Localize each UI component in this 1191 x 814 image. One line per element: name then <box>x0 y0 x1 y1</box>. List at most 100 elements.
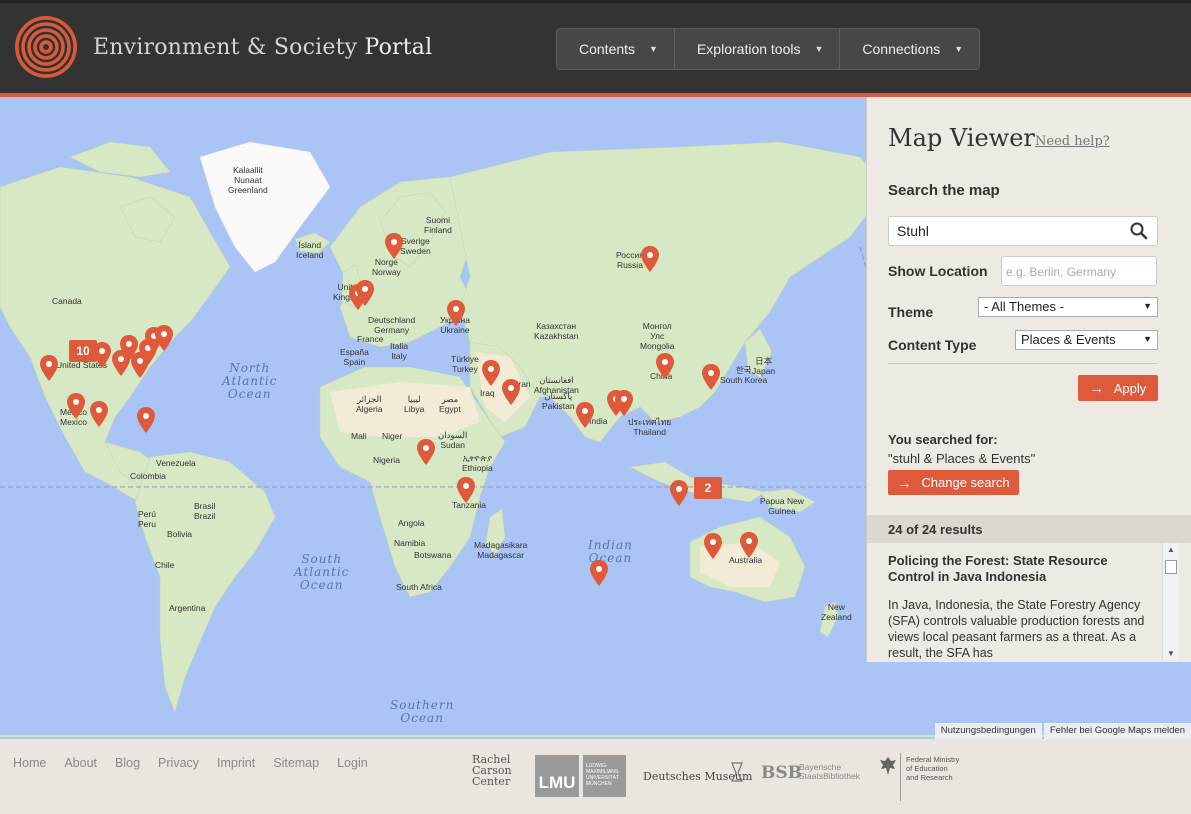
site-title-main: Environment & Society <box>93 35 358 60</box>
site-title[interactable]: Environment & Society Portal <box>93 35 432 60</box>
map-marker-icon[interactable] <box>615 390 633 416</box>
label-brasil: Brasil Brazil <box>194 501 216 521</box>
label-italy: Italia Italy <box>390 341 408 361</box>
portal-logo-icon[interactable] <box>14 15 78 79</box>
label-papua: Papua New Guinea <box>760 496 804 516</box>
label-namibia: Namibia <box>394 538 426 548</box>
arrow-right-icon: → <box>897 474 912 491</box>
footer-link-blog[interactable]: Blog <box>115 756 140 770</box>
map-marker-icon[interactable] <box>385 233 403 259</box>
divider <box>888 363 1157 364</box>
result-list: Policing the Forest: State Resource Cont… <box>867 543 1177 662</box>
map-marker-icon[interactable] <box>155 325 173 351</box>
footer-link-home[interactable]: Home <box>13 756 46 770</box>
search-heading: Search the map <box>888 182 1000 199</box>
bsb-logo[interactable]: BSB <box>761 763 802 783</box>
map-marker-icon[interactable] <box>137 407 155 433</box>
theme-select-value: - All Themes - <box>984 299 1064 314</box>
label-south-atlantic: South Atlantic Ocean <box>294 552 350 592</box>
label-bolivia: Bolivia <box>167 529 193 539</box>
map-marker-icon[interactable] <box>641 246 659 272</box>
map-marker-icon[interactable] <box>670 480 688 506</box>
map-marker-icon[interactable] <box>502 379 520 405</box>
map-marker-icon[interactable] <box>576 402 594 428</box>
label-madagascar: Madagasikara Madagascar <box>474 540 528 560</box>
you-searched-label: You searched for: <box>888 432 998 447</box>
footer-link-about[interactable]: About <box>64 756 97 770</box>
label-libya: ليبيا Libya <box>404 394 425 414</box>
site-title-strong: Portal <box>364 35 433 60</box>
footer-link-imprint[interactable]: Imprint <box>217 756 255 770</box>
nav-connections-label: Connections <box>862 41 941 57</box>
label-colombia: Colombia <box>130 471 166 481</box>
site-footer: Home About Blog Privacy Imprint Sitemap … <box>0 739 1191 814</box>
nav-exploration-label: Exploration tools <box>696 41 801 57</box>
museum-emblem-icon <box>731 762 743 782</box>
label-angola: Angola <box>398 518 425 528</box>
nav-contents[interactable]: Contents ▼ <box>557 29 675 69</box>
map-marker-icon[interactable] <box>356 280 374 306</box>
search-icon[interactable] <box>1129 221 1149 241</box>
results-scrollbar[interactable]: ▲ ▼ <box>1162 543 1179 660</box>
results-count: 24 of 24 results <box>867 515 1191 543</box>
searched-value: "stuhl & Places & Events" <box>888 451 1036 466</box>
footer-link-login[interactable]: Login <box>337 756 368 770</box>
marker-cluster-indonesia[interactable]: 2 <box>694 477 722 499</box>
map-marker-icon[interactable] <box>702 364 720 390</box>
lmu-logo[interactable]: LMU <box>535 755 579 797</box>
map-marker-icon[interactable] <box>417 439 435 465</box>
theme-select[interactable]: - All Themes - ▼ <box>978 297 1158 317</box>
scroll-down-icon[interactable]: ▼ <box>1167 649 1175 658</box>
lmu-name: LUDWIG- MAXIMILIANS- UNIVERSITÄT MÜNCHEN <box>583 755 626 797</box>
search-input[interactable]: Stuhl <box>888 216 1158 246</box>
result-description: In Java, Indonesia, the State Forestry A… <box>888 598 1145 660</box>
map-marker-icon[interactable] <box>90 401 108 427</box>
scrollbar-thumb[interactable] <box>1165 560 1177 574</box>
map-report-link[interactable]: Fehler bei Google Maps melden <box>1043 723 1191 739</box>
label-chile: Chile <box>155 560 175 570</box>
map-marker-icon[interactable] <box>482 360 500 386</box>
label-canada: Canada <box>52 296 82 306</box>
need-help-link[interactable]: Need help? <box>1035 134 1110 149</box>
label-botswana: Botswana <box>414 550 452 560</box>
footer-link-sitemap[interactable]: Sitemap <box>273 756 319 770</box>
site-header: Environment & Society Portal Contents ▼ E… <box>0 0 1191 93</box>
map-marker-icon[interactable] <box>656 353 674 379</box>
caret-down-icon: ▼ <box>954 44 964 54</box>
arrow-right-icon: → <box>1089 380 1104 396</box>
label-finland: Suomi Finland <box>424 215 452 235</box>
nav-exploration-tools[interactable]: Exploration tools ▼ <box>675 29 841 69</box>
map-viewer-panel: Map Viewer Need help? Search the map Stu… <box>866 97 1191 662</box>
map-terms-link[interactable]: Nutzungsbedingungen <box>934 723 1042 739</box>
result-title[interactable]: Policing the Forest: State Resource Cont… <box>888 553 1156 585</box>
dropdown-arrow-icon: ▼ <box>1143 334 1152 344</box>
change-search-button[interactable]: → Change search <box>888 470 1019 495</box>
scroll-up-icon[interactable]: ▲ <box>1167 545 1175 554</box>
map-marker-icon[interactable] <box>40 355 58 381</box>
marker-cluster-usa[interactable]: 10 <box>69 340 97 362</box>
map-marker-icon[interactable] <box>447 300 465 326</box>
rcc-logo[interactable]: Rachel Carson Center <box>472 754 512 787</box>
content-type-select[interactable]: Places & Events ▼ <box>1015 330 1158 350</box>
ministry-logo[interactable]: Federal Ministry of Education and Resear… <box>906 755 959 782</box>
label-algeria: الجزائر Algeria <box>356 394 383 414</box>
label-sweden: Sverige Sweden <box>400 236 431 256</box>
map-marker-icon[interactable] <box>590 560 608 586</box>
label-mali: Mali <box>351 431 367 441</box>
map-marker-icon[interactable] <box>67 393 85 419</box>
label-argentina: Argentina <box>169 603 206 613</box>
label-peru: Perú Peru <box>138 509 156 529</box>
footer-link-privacy[interactable]: Privacy <box>158 756 199 770</box>
apply-button[interactable]: → Apply <box>1078 375 1158 401</box>
nav-connections[interactable]: Connections ▼ <box>840 29 979 69</box>
label-russia: Россия Russia <box>616 250 644 270</box>
map-marker-icon[interactable] <box>740 532 758 558</box>
nav-contents-label: Contents <box>579 41 636 57</box>
map-marker-icon[interactable] <box>457 477 475 503</box>
map-marker-icon[interactable] <box>704 533 722 559</box>
label-south-korea: 한국 South Korea <box>720 365 768 385</box>
location-input[interactable]: e.g. Berlin, Germany <box>1001 256 1157 286</box>
bsb-name: Bayerische StaatsBibliothek <box>799 762 860 781</box>
label-spain: España Spain <box>340 347 369 367</box>
label-kazakhstan: Казахстан Kazakhstan <box>534 321 579 341</box>
